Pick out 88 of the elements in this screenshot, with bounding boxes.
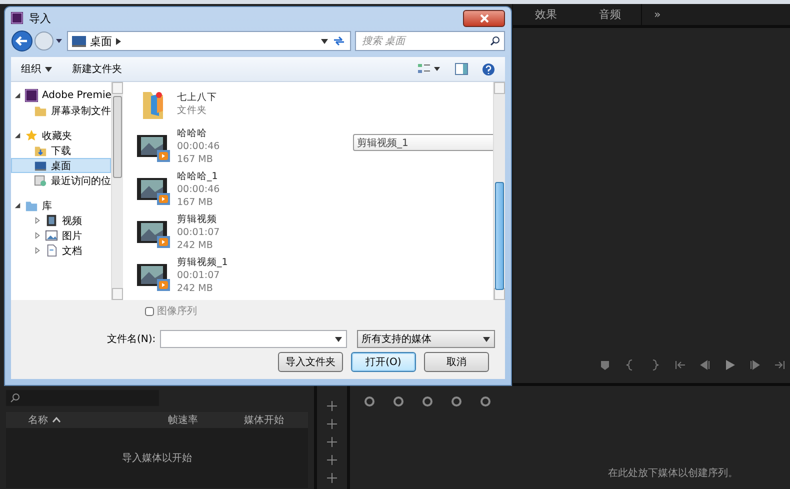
collapsed-arrow-icon[interactable] xyxy=(34,232,41,239)
library-icon xyxy=(25,199,38,212)
panel-tab[interactable]: 音频 xyxy=(577,7,641,22)
back-icon[interactable] xyxy=(11,30,33,52)
nav-item[interactable]: 视频 xyxy=(11,213,111,228)
desktop-icon xyxy=(72,36,86,46)
refresh-icon[interactable] xyxy=(332,35,346,47)
step-back-icon[interactable] xyxy=(699,359,711,371)
picture-icon xyxy=(45,229,58,242)
premiere-icon xyxy=(11,12,23,24)
file-duration: 00:00:46 xyxy=(177,140,220,153)
download-folder-icon xyxy=(34,144,47,157)
nav-item[interactable]: 库 xyxy=(11,198,111,213)
file-size: 242 MB xyxy=(177,282,214,295)
dropdown-arrow-icon[interactable] xyxy=(321,38,328,44)
panel-tab[interactable]: 效果 xyxy=(513,7,577,22)
expanded-arrow-icon[interactable] xyxy=(14,92,21,99)
collapsed-arrow-icon[interactable] xyxy=(34,217,41,224)
folder-icon xyxy=(34,104,47,117)
expanded-arrow-icon[interactable] xyxy=(14,132,21,139)
file-size: 167 MB xyxy=(177,153,214,166)
go-to-out-icon[interactable] xyxy=(774,359,786,371)
timeline-drop-message: 在此处放下媒体以创建序列。 xyxy=(608,466,739,480)
empty-project-message: 导入媒体以开始 xyxy=(122,452,192,465)
file-name[interactable]: 哈哈哈 xyxy=(177,127,220,140)
organize-menu[interactable]: 组织 xyxy=(21,62,52,76)
premiere-icon xyxy=(25,89,38,102)
preview-pane-icon[interactable] xyxy=(455,63,468,75)
new-folder-button[interactable]: 新建文件夹 xyxy=(72,62,122,76)
checkbox-label: 图像序列 xyxy=(157,304,197,318)
file-type: 文件夹 xyxy=(177,104,208,116)
file-name[interactable]: 哈哈哈_1 xyxy=(177,170,220,183)
dialog-button[interactable]: 导入文件夹 xyxy=(278,352,343,372)
tooltip: 剪辑视频_1 xyxy=(353,134,493,151)
recent-places-icon xyxy=(34,174,47,187)
image-sequence-checkbox[interactable] xyxy=(145,306,154,316)
view-options-icon[interactable] xyxy=(417,63,441,75)
star-icon xyxy=(25,129,38,142)
nav-item[interactable]: 文档 xyxy=(11,243,111,258)
file-duration: 00:00:46 xyxy=(177,183,220,196)
search-icon[interactable] xyxy=(490,36,500,46)
file-name-label: 文件名(N): xyxy=(107,332,156,346)
step-forward-icon[interactable] xyxy=(749,359,761,371)
breadcrumb[interactable]: 桌面 xyxy=(90,34,112,48)
file-duration: 00:01:07 xyxy=(177,226,220,239)
close-icon xyxy=(480,14,488,22)
nav-item[interactable]: Adobe Premie xyxy=(11,88,111,103)
expanded-arrow-icon[interactable] xyxy=(14,202,21,209)
dialog-button[interactable]: 取消 xyxy=(424,352,489,372)
file-type-dropdown[interactable]: 所有支持的媒体 xyxy=(356,330,495,348)
search-icon[interactable] xyxy=(10,393,20,403)
window-title: 导入 xyxy=(29,10,51,26)
play-icon[interactable] xyxy=(724,359,736,371)
search-field[interactable]: 搜索 桌面 xyxy=(355,31,505,51)
desktop-icon xyxy=(34,159,47,172)
film-icon xyxy=(45,214,58,227)
column-header[interactable]: 媒体开始 xyxy=(244,413,284,427)
scrollbar[interactable] xyxy=(493,82,505,300)
file-name[interactable]: 七上八下 xyxy=(177,90,217,104)
dialog-button[interactable]: 打开(O) xyxy=(351,352,416,372)
file-duration: 00:01:07 xyxy=(177,269,221,282)
nav-item[interactable]: 图片 xyxy=(11,228,111,243)
nav-item[interactable]: 收藏夹 xyxy=(11,128,111,143)
file-size: 167 MB xyxy=(177,196,214,209)
scrollbar[interactable] xyxy=(111,82,123,300)
column-header[interactable]: 名称 xyxy=(28,413,48,427)
file-name[interactable]: 剪辑视频 xyxy=(177,213,220,226)
nav-item[interactable]: 最近访问的位 xyxy=(11,173,111,188)
file-name-field[interactable] xyxy=(160,330,347,348)
collapsed-arrow-icon[interactable] xyxy=(34,247,41,254)
file-name[interactable]: 剪辑视频_1 xyxy=(177,256,228,269)
nav-item[interactable]: 屏幕录制文件 xyxy=(11,103,111,118)
nav-item[interactable]: 桌面 xyxy=(11,158,111,173)
address-bar[interactable]: 桌面 xyxy=(67,31,351,51)
column-header[interactable]: 帧速率 xyxy=(168,413,198,427)
nav-item[interactable]: 下载 xyxy=(11,143,111,158)
more-tabs-button[interactable]: » xyxy=(654,8,661,21)
caret-icon xyxy=(45,66,52,72)
file-size: 242 MB xyxy=(177,239,214,252)
close-button[interactable] xyxy=(463,10,505,26)
breadcrumb-arrow-icon[interactable] xyxy=(116,38,121,44)
document-icon xyxy=(45,244,58,257)
dropdown-arrow-icon[interactable] xyxy=(334,336,342,342)
help-icon[interactable] xyxy=(482,62,495,76)
go-to-in-icon[interactable] xyxy=(674,359,686,371)
history-dropdown-icon[interactable] xyxy=(55,38,63,44)
caret-icon xyxy=(483,336,490,342)
sort-ascending-icon xyxy=(52,417,61,423)
